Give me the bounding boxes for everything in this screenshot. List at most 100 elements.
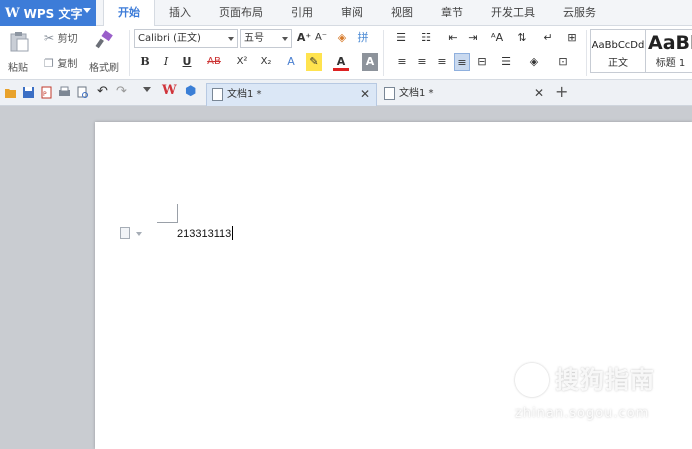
tab-references[interactable]: 引用 xyxy=(277,0,327,26)
table-icon[interactable]: ⊞ xyxy=(564,29,580,47)
customize-toolbar-icon[interactable] xyxy=(143,87,151,92)
wps-logo-icon: W xyxy=(5,5,20,21)
shading-icon[interactable]: ◈ xyxy=(526,53,542,71)
open-folder-icon[interactable] xyxy=(4,86,17,99)
style-normal[interactable]: AaBbCcDd 正文 xyxy=(590,29,646,73)
underline-button[interactable]: U xyxy=(179,53,195,71)
watermark-url: zhinan.sogou.com xyxy=(515,406,650,421)
tab-cloud[interactable]: 云服务 xyxy=(549,0,610,26)
svg-text:P: P xyxy=(43,91,47,98)
phonetic-icon[interactable]: 拼 xyxy=(355,29,371,47)
highlight-icon[interactable]: ✎ xyxy=(306,53,322,71)
app-menu-button[interactable]: W WPS 文字 xyxy=(0,0,96,26)
document-icon xyxy=(212,88,223,101)
chevron-down-icon xyxy=(228,37,234,41)
scissors-icon: ✂ xyxy=(44,31,55,45)
menu-tabs: 开始 插入 页面布局 引用 审阅 视图 章节 开发工具 云服务 xyxy=(103,0,610,27)
margin-marker xyxy=(157,222,177,223)
doc-tab-label: 文档1 * xyxy=(227,89,262,100)
format-painter-icon xyxy=(95,30,113,49)
close-icon[interactable]: ✕ xyxy=(360,84,370,105)
shrink-font-button[interactable]: A⁻ xyxy=(313,29,329,47)
paragraph-handle-icon[interactable] xyxy=(120,227,130,239)
copy-button[interactable]: ❐ 复制 xyxy=(44,55,84,71)
tab-view[interactable]: 视图 xyxy=(377,0,427,26)
strikethrough-button[interactable]: AB xyxy=(203,53,225,71)
tab-insert[interactable]: 插入 xyxy=(155,0,205,26)
font-family-select[interactable]: Calibri (正文) xyxy=(134,29,238,48)
export-pdf-icon[interactable]: P xyxy=(40,86,53,99)
superscript-button[interactable]: X² xyxy=(232,53,252,71)
tab-developer[interactable]: 开发工具 xyxy=(477,0,549,26)
align-center-icon[interactable]: ≡ xyxy=(414,53,430,71)
app-name: WPS 文字 xyxy=(23,6,83,21)
chevron-down-icon[interactable] xyxy=(136,232,142,236)
align-left-icon[interactable]: ≡ xyxy=(394,53,410,71)
print-preview-icon[interactable] xyxy=(76,86,89,99)
tab-section[interactable]: 章节 xyxy=(427,0,477,26)
paste-icon xyxy=(10,32,29,52)
font-size-value: 五号 xyxy=(244,33,264,44)
subscript-button[interactable]: X₂ xyxy=(256,53,276,71)
wps-w-icon[interactable]: W xyxy=(162,83,177,98)
distribute-icon[interactable]: ⊟ xyxy=(474,53,490,71)
tab-home[interactable]: 开始 xyxy=(103,0,155,27)
divider xyxy=(129,30,130,76)
new-tab-button[interactable]: + xyxy=(555,82,568,101)
paste-button[interactable]: 粘贴 xyxy=(8,30,34,76)
font-color-button[interactable]: A xyxy=(333,53,349,71)
italic-button[interactable]: I xyxy=(158,53,174,71)
tab-review[interactable]: 审阅 xyxy=(327,0,377,26)
document-body-text[interactable]: 213313113 xyxy=(177,226,234,240)
redo-icon[interactable]: ↷ xyxy=(116,84,129,99)
cloud-doc-icon[interactable]: ⬢ xyxy=(185,84,198,99)
bullets-icon[interactable]: ☰ xyxy=(391,29,411,47)
change-case-icon[interactable]: ᴬA xyxy=(486,29,508,47)
divider xyxy=(383,30,384,76)
borders-icon[interactable]: ⊡ xyxy=(555,53,571,71)
text-effect-icon[interactable]: A xyxy=(283,53,299,71)
doc-tab-1[interactable]: 文档1 * ✕ xyxy=(206,83,377,106)
close-icon[interactable]: ✕ xyxy=(534,83,544,104)
tab-bar: P ↶ ↷ W ⬢ 文档1 * ✕ 文档1 * ✕ xyxy=(0,80,692,106)
font-size-select[interactable]: 五号 xyxy=(240,29,292,48)
chevron-down-icon xyxy=(282,37,288,41)
copy-label: 复制 xyxy=(57,59,78,70)
align-right-icon[interactable]: ≡ xyxy=(434,53,450,71)
divider xyxy=(586,30,587,76)
bold-button[interactable]: B xyxy=(137,53,153,71)
doc-tab-label: 文档1 * xyxy=(399,88,434,99)
tab-page-layout[interactable]: 页面布局 xyxy=(205,0,277,26)
menu-bar: W WPS 文字 开始 插入 页面布局 引用 审阅 视图 章节 开发工具 云服务 xyxy=(0,0,692,27)
cut-label: 剪切 xyxy=(57,34,78,45)
decrease-indent-icon[interactable]: ⇤ xyxy=(445,29,461,47)
cut-button[interactable]: ✂ 剪切 xyxy=(44,30,84,46)
document-workspace xyxy=(0,107,692,449)
numbering-icon[interactable]: ☷ xyxy=(416,29,436,47)
doc-tab-2[interactable]: 文档1 * ✕ xyxy=(379,83,550,106)
style-preview: AaBl xyxy=(648,32,692,54)
watermark-text: 搜狗指南 xyxy=(555,366,655,394)
sort-icon[interactable]: ⇅ xyxy=(514,29,530,47)
format-painter-label: 格式刷 xyxy=(89,63,119,74)
format-painter-button[interactable]: 格式刷 xyxy=(89,30,123,76)
char-shading-icon[interactable]: A xyxy=(362,53,378,71)
document-icon xyxy=(384,87,395,100)
save-icon[interactable] xyxy=(22,86,35,99)
document-text: 213313113 xyxy=(177,228,232,240)
increase-indent-icon[interactable]: ⇥ xyxy=(465,29,481,47)
grow-font-button[interactable]: A⁺ xyxy=(296,29,312,47)
paste-label: 粘贴 xyxy=(8,63,28,74)
copy-icon: ❐ xyxy=(44,57,54,70)
justify-icon[interactable]: ≡ xyxy=(454,53,470,71)
ribbon: 粘贴 ✂ 剪切 ❐ 复制 格式刷 Calibri (正文) 五号 A⁺ A⁻ ◈… xyxy=(0,26,692,80)
print-icon[interactable] xyxy=(58,86,71,99)
undo-icon[interactable]: ↶ xyxy=(97,84,110,99)
style-heading-1[interactable]: AaBl 标题 1 xyxy=(646,29,692,73)
line-spacing-icon[interactable]: ☰ xyxy=(498,53,514,71)
document-page[interactable] xyxy=(95,122,692,449)
show-marks-icon[interactable]: ↵ xyxy=(540,29,556,47)
style-name: 标题 1 xyxy=(655,58,686,69)
clear-format-icon[interactable]: ◈ xyxy=(334,29,350,47)
style-preview: AaBbCcDd xyxy=(591,40,645,51)
